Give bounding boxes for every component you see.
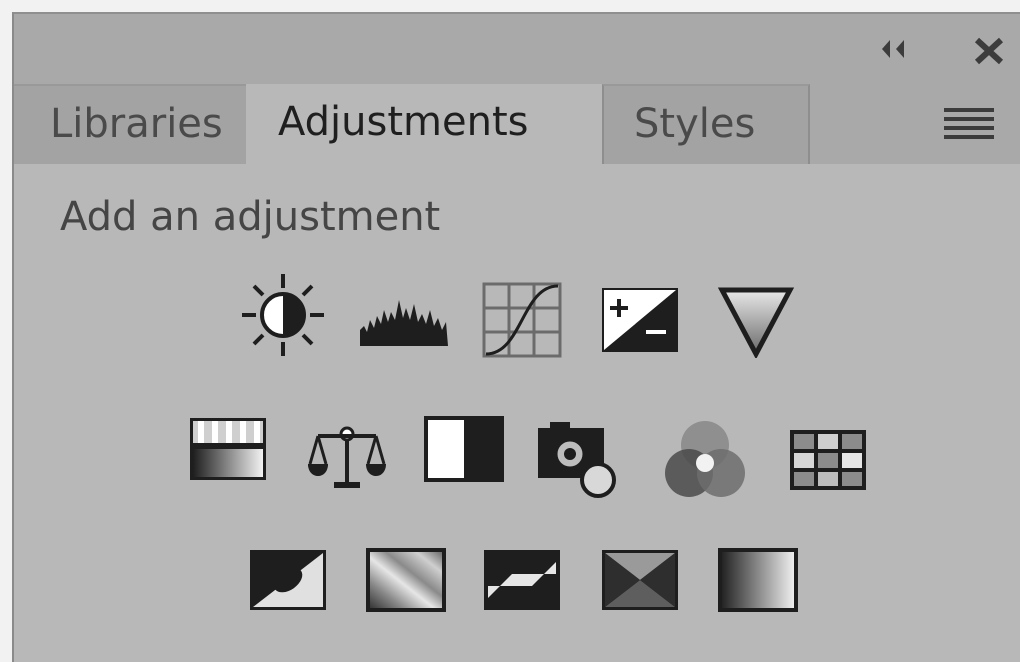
photo-filter-icon[interactable] [536, 418, 622, 504]
selective-color-icon[interactable] [600, 548, 680, 612]
add-adjustment-heading: Add an adjustment [60, 194, 441, 240]
gradient-map-icon[interactable] [718, 548, 798, 612]
invert-icon[interactable] [248, 548, 328, 612]
exposure-icon[interactable] [600, 286, 680, 354]
levels-icon[interactable] [358, 290, 450, 348]
tab-adjustments[interactable]: Adjustments [246, 84, 602, 166]
curves-icon[interactable] [482, 282, 562, 358]
posterize-icon[interactable] [366, 548, 446, 612]
channel-mixer-icon[interactable] [662, 418, 748, 502]
tab-libraries[interactable]: Libraries [14, 84, 246, 164]
panel-tab-bar: Libraries Adjustments Styles [14, 80, 1020, 166]
color-balance-icon[interactable] [306, 420, 388, 492]
black-white-icon[interactable] [424, 416, 504, 482]
color-lookup-icon[interactable] [788, 428, 868, 492]
panel-menu-icon[interactable] [944, 106, 996, 142]
vibrance-icon[interactable] [718, 286, 794, 358]
adjustments-panel: Libraries Adjustments Styles Add an adju… [12, 12, 1020, 662]
tab-styles[interactable]: Styles [602, 84, 810, 164]
hue-saturation-icon[interactable] [188, 416, 268, 482]
panel-title-bar [14, 14, 1020, 80]
close-panel-icon[interactable] [972, 36, 1006, 66]
tab-adjustments-label: Adjustments [278, 99, 529, 145]
brightness-contrast-icon[interactable] [240, 272, 326, 358]
tab-styles-label: Styles [634, 101, 756, 147]
collapse-panel-icon[interactable] [880, 36, 914, 62]
tab-libraries-label: Libraries [50, 101, 223, 147]
threshold-icon[interactable] [482, 548, 562, 612]
